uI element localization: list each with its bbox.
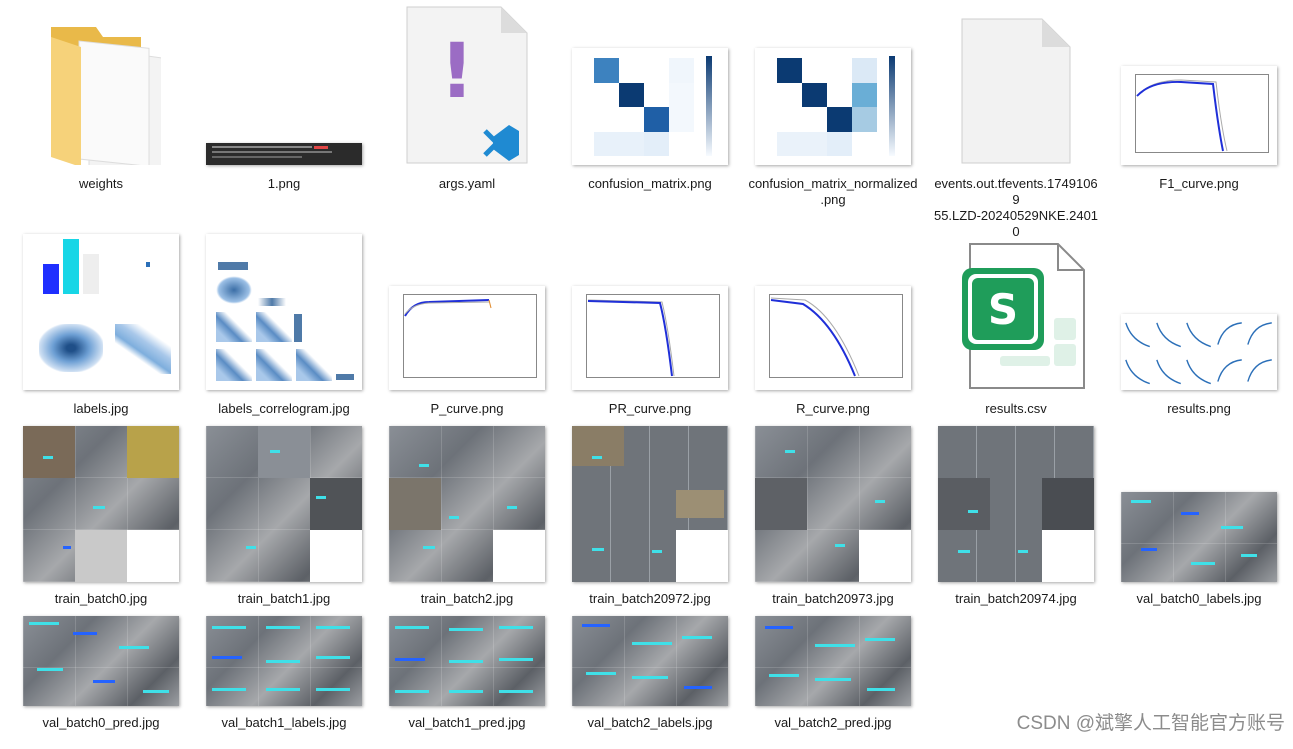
file-label: val_batch1_pred.jpg bbox=[408, 715, 526, 730]
file-label: P_curve.png bbox=[430, 401, 504, 416]
file-label: confusion_matrix.png bbox=[588, 176, 712, 191]
image-icon bbox=[572, 48, 728, 165]
image-icon bbox=[206, 616, 362, 706]
file-label: val_batch0_labels.jpg bbox=[1136, 591, 1262, 606]
file-label: val_batch1_labels.jpg bbox=[221, 715, 347, 730]
image-icon bbox=[755, 48, 911, 165]
yaml-file-icon: ! bbox=[406, 6, 528, 164]
image-icon bbox=[206, 426, 362, 582]
image-icon bbox=[389, 426, 545, 582]
file-label: 1.png bbox=[267, 176, 301, 191]
image-icon bbox=[1121, 66, 1277, 165]
file-label: train_batch2.jpg bbox=[420, 591, 514, 606]
csv-icon-letter: S bbox=[988, 285, 1018, 334]
image-icon bbox=[938, 426, 1094, 582]
file-label: results.csv bbox=[985, 401, 1047, 416]
spreadsheet-icon: S bbox=[962, 243, 1085, 389]
image-icon bbox=[389, 616, 545, 706]
file-label: R_curve.png bbox=[796, 401, 870, 416]
file-label: F1_curve.png bbox=[1159, 176, 1239, 191]
blank-file-icon bbox=[961, 18, 1071, 164]
file-label: val_batch2_pred.jpg bbox=[774, 715, 892, 730]
image-icon bbox=[572, 616, 728, 706]
image-icon bbox=[755, 426, 911, 582]
image-icon bbox=[23, 616, 179, 706]
file-label: results.png bbox=[1167, 401, 1231, 416]
image-icon bbox=[1121, 314, 1277, 390]
image-icon bbox=[755, 616, 911, 706]
image-icon bbox=[389, 286, 545, 390]
file-label: train_batch1.jpg bbox=[237, 591, 331, 606]
file-label: train_batch20972.jpg bbox=[589, 591, 711, 606]
image-icon bbox=[572, 426, 728, 582]
file-label: weights bbox=[78, 176, 124, 191]
folder-icon bbox=[51, 27, 161, 165]
image-icon bbox=[572, 286, 728, 390]
file-label: train_batch20974.jpg bbox=[955, 591, 1077, 606]
image-icon bbox=[23, 234, 179, 390]
image-icon bbox=[206, 143, 362, 165]
svg-text:!: ! bbox=[440, 26, 475, 115]
image-icon bbox=[206, 234, 362, 390]
file-label: labels.jpg bbox=[73, 401, 129, 416]
file-label: val_batch2_labels.jpg bbox=[587, 715, 713, 730]
file-label: val_batch0_pred.jpg bbox=[42, 715, 160, 730]
file-label: PR_curve.png bbox=[608, 401, 692, 416]
file-label: confusion_matrix_normalized .png bbox=[748, 176, 918, 207]
file-label: labels_correlogram.jpg bbox=[218, 401, 350, 416]
image-icon bbox=[1121, 492, 1277, 582]
watermark: CSDN @斌擎人工智能官方账号 bbox=[1016, 713, 1285, 734]
file-label: train_batch20973.jpg bbox=[772, 591, 894, 606]
image-icon bbox=[755, 286, 911, 390]
file-label: train_batch0.jpg bbox=[54, 591, 148, 606]
file-label: args.yaml bbox=[438, 176, 496, 191]
image-icon bbox=[23, 426, 179, 582]
